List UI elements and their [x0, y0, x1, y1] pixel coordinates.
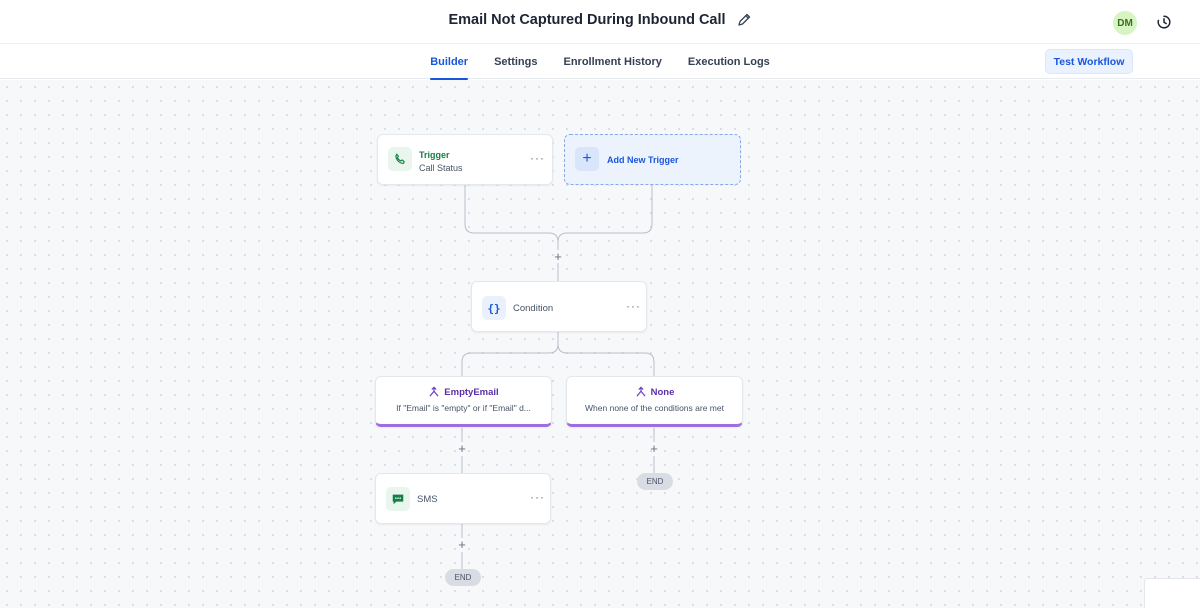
- add-step-plus[interactable]: +: [647, 442, 661, 456]
- trigger-subtitle: Call Status: [419, 163, 463, 173]
- trigger-title: Trigger: [419, 150, 450, 160]
- message-icon: [386, 487, 410, 511]
- tab-bar: Builder Settings Enrollment History Exec…: [0, 44, 1200, 80]
- condition-label: Condition: [513, 303, 554, 314]
- workflow-title: Email Not Captured During Inbound Call: [448, 12, 726, 28]
- branch-none[interactable]: None When none of the conditions are met: [566, 376, 743, 427]
- branch-empty-email[interactable]: EmptyEmail If "Email" is "empty" or if "…: [375, 376, 552, 427]
- pencil-icon[interactable]: [736, 12, 752, 28]
- plus-icon: +: [575, 147, 599, 171]
- title-area: Email Not Captured During Inbound Call: [0, 12, 1200, 28]
- tab-settings[interactable]: Settings: [494, 44, 537, 79]
- sms-node[interactable]: SMS ···: [375, 473, 551, 524]
- add-new-trigger-label: Add New Trigger: [607, 155, 679, 165]
- branch-title-row: None: [567, 386, 742, 398]
- tab-enrollment-history[interactable]: Enrollment History: [564, 44, 662, 79]
- tab-list: Builder Settings Enrollment History Exec…: [0, 44, 1200, 80]
- header-bar: Email Not Captured During Inbound Call D…: [0, 0, 1200, 44]
- branch-description: If "Email" is "empty" or if "Email" d...: [396, 403, 531, 413]
- add-new-trigger-button[interactable]: + Add New Trigger: [564, 134, 741, 185]
- branch-title: None: [650, 386, 675, 398]
- add-step-plus[interactable]: +: [455, 538, 469, 552]
- add-step-plus[interactable]: +: [455, 442, 469, 456]
- sms-label: SMS: [417, 494, 438, 505]
- branch-title-row: EmptyEmail: [376, 386, 551, 398]
- trigger-node[interactable]: Trigger Call Status ···: [377, 134, 553, 185]
- condition-node[interactable]: {} Condition ···: [471, 281, 647, 332]
- end-marker: END: [445, 569, 481, 586]
- avatar[interactable]: DM: [1113, 11, 1137, 35]
- trigger-more-icon[interactable]: ···: [530, 151, 545, 165]
- end-marker: END: [637, 473, 673, 490]
- phone-icon: [388, 147, 412, 171]
- branch-icon: [429, 386, 439, 397]
- sms-more-icon[interactable]: ···: [530, 490, 545, 504]
- branch-icon: [636, 386, 645, 397]
- corner-widget[interactable]: [1144, 578, 1200, 608]
- branch-description: When none of the conditions are met: [585, 403, 724, 413]
- branch-title: EmptyEmail: [444, 386, 499, 398]
- add-step-plus[interactable]: +: [551, 250, 565, 264]
- braces-icon: {}: [482, 296, 506, 320]
- history-clock-icon[interactable]: [1156, 14, 1172, 30]
- test-workflow-button[interactable]: Test Workflow: [1045, 49, 1133, 74]
- condition-more-icon[interactable]: ···: [626, 299, 641, 313]
- tab-builder[interactable]: Builder: [430, 44, 468, 80]
- tab-execution-logs[interactable]: Execution Logs: [688, 44, 770, 79]
